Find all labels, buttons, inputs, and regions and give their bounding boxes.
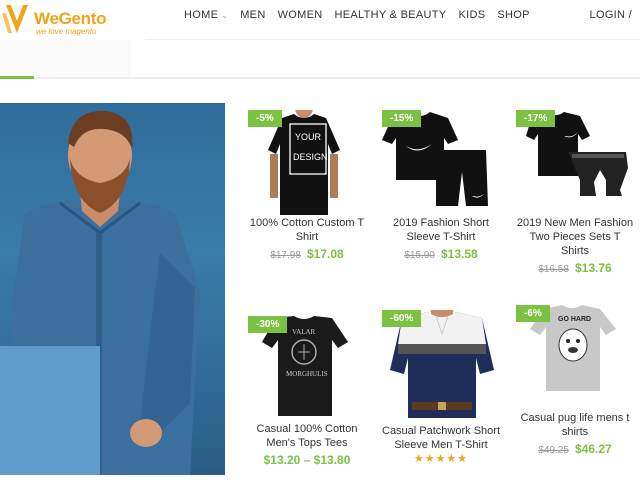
product-image[interactable]: VALAR MORGHULIS -30% xyxy=(248,316,366,416)
product-price: $17.98 $17.08 xyxy=(248,247,366,261)
sale-price: $46.27 xyxy=(574,442,612,456)
product-card[interactable]: -17% 2019 New Men Fashion Two Pieces Set… xyxy=(516,110,634,275)
sale-price: $13.76 xyxy=(574,261,612,275)
product-image[interactable]: GO HARD -6% xyxy=(516,305,634,405)
old-price: $17.98 xyxy=(270,250,301,261)
print-text: YOUR xyxy=(295,132,322,142)
logo-name: WeGento xyxy=(34,9,107,28)
print-text: MORGHULIS xyxy=(286,370,328,378)
product-price: $16.58 $13.76 xyxy=(516,261,634,275)
product-card[interactable]: -15% 2019 Fashion Short Sleeve T-Shirt $… xyxy=(382,110,500,261)
product-card[interactable]: -60% Casual Patchwork Short Sleeve Men T… xyxy=(382,306,500,465)
logo-mark-icon xyxy=(2,5,28,33)
print-text: GO HARD xyxy=(558,316,591,323)
product-name[interactable]: Casual pug life mens t shirts xyxy=(516,411,634,439)
login-link[interactable]: LOGIN / xyxy=(590,9,632,21)
discount-badge: -15% xyxy=(382,110,422,127)
old-price: $49.25 xyxy=(538,445,569,456)
nav-home[interactable]: HOME ⌄ xyxy=(184,9,228,21)
product-price: $49.25 $46.27 xyxy=(516,442,634,456)
nav-men[interactable]: MEN xyxy=(240,9,265,21)
nav-kids[interactable]: KIDS xyxy=(458,9,485,21)
product-name[interactable]: 2019 New Men Fashion Two Pieces Sets T S… xyxy=(516,216,634,258)
print-text: DESIGN xyxy=(293,152,328,162)
header-divider xyxy=(145,39,640,40)
discount-badge: -17% xyxy=(516,110,556,127)
print-text: VALAR xyxy=(292,328,316,336)
product-name[interactable]: 100% Cotton Custom T Shirt xyxy=(248,216,366,244)
discount-badge: -5% xyxy=(248,110,282,127)
product-price: $15.90 $13.58 xyxy=(382,247,500,261)
sale-price: $13.58 xyxy=(440,247,478,261)
banner-overlay-box xyxy=(0,346,100,475)
product-image[interactable]: -60% xyxy=(382,306,500,418)
nav-home-label: HOME xyxy=(184,9,219,21)
product-image[interactable]: -17% xyxy=(516,110,634,210)
discount-badge: -6% xyxy=(516,305,550,322)
hero-banner[interactable] xyxy=(0,103,225,475)
section-divider xyxy=(0,77,640,79)
logo-tagline: we love magento xyxy=(36,27,97,36)
product-card[interactable]: GO HARD -6% Casual pug life mens t shirt… xyxy=(516,305,634,456)
product-price: $13.20 – $13.80 xyxy=(248,453,366,467)
product-name[interactable]: Casual 100% Cotton Men's Tops Tees xyxy=(248,422,366,450)
section-accent xyxy=(0,76,34,79)
old-price: $15.90 xyxy=(404,250,435,261)
rating-stars-icon: ★★★★★ xyxy=(413,453,469,465)
product-image[interactable]: -15% xyxy=(382,110,500,210)
chevron-down-icon: ⌄ xyxy=(221,10,229,20)
product-card[interactable]: YOUR DESIGN -5% 100% Cotton Custom T Shi… xyxy=(248,98,366,261)
product-name[interactable]: 2019 Fashion Short Sleeve T-Shirt xyxy=(382,216,500,244)
subheader-panel xyxy=(0,40,130,77)
product-image[interactable]: YOUR DESIGN -5% xyxy=(248,98,366,215)
main-nav: HOME ⌄ MEN WOMEN HEALTHY & BEAUTY KIDS S… xyxy=(178,0,536,30)
nav-shop[interactable]: SHOP xyxy=(497,9,529,21)
old-price: $16.58 xyxy=(538,264,569,275)
header: WeGento we love magento HOME ⌄ MEN WOMEN… xyxy=(0,0,640,40)
product-name[interactable]: Casual Patchwork Short Sleeve Men T-Shir… xyxy=(382,424,500,452)
discount-badge: -60% xyxy=(382,310,422,327)
nav-healthy-beauty[interactable]: HEALTHY & BEAUTY xyxy=(334,9,446,21)
sale-price: $17.08 xyxy=(306,247,344,261)
discount-badge: -30% xyxy=(248,316,288,333)
product-card[interactable]: VALAR MORGHULIS -30% Casual 100% Cotton … xyxy=(248,316,366,467)
logo[interactable]: WeGento we love magento xyxy=(2,3,107,39)
nav-women[interactable]: WOMEN xyxy=(278,9,323,21)
price-range: $13.20 – $13.80 xyxy=(263,453,351,467)
